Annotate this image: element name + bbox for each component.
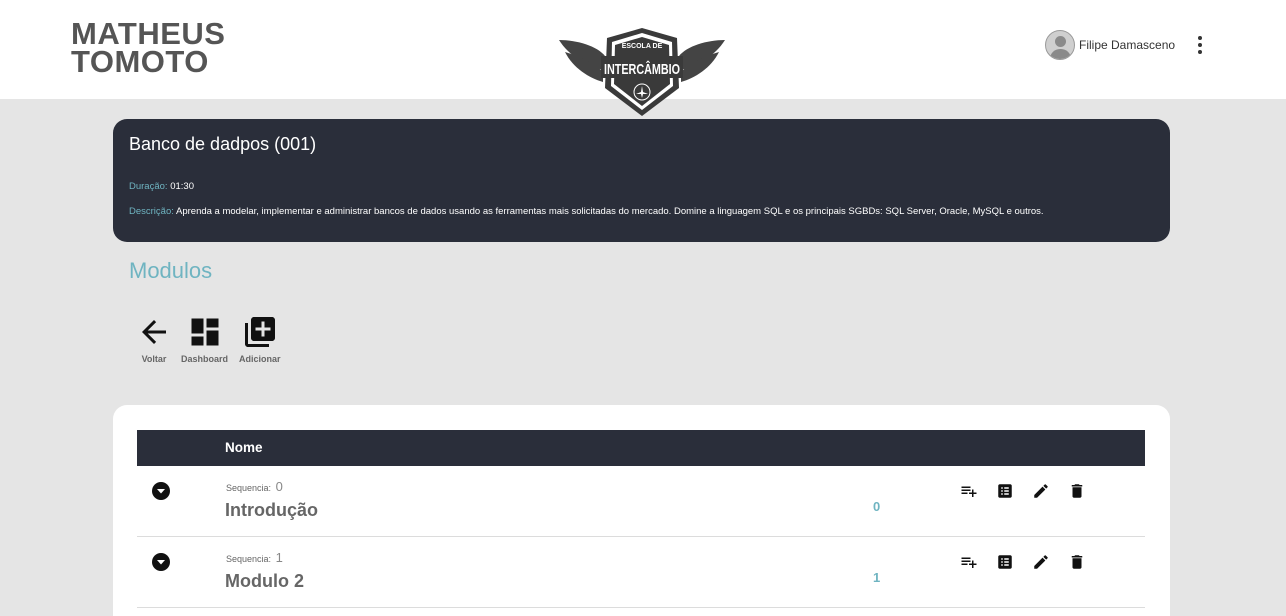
avatar[interactable] [1045,30,1075,60]
table-header: Nome [137,430,1145,466]
playlist-add-icon[interactable] [960,553,978,571]
back-button[interactable]: Voltar [136,314,172,364]
sequence-label: Sequencia: [226,483,272,493]
description-value: Aprenda a modelar, implementar e adminis… [176,206,1044,217]
delete-icon[interactable] [1068,553,1086,571]
brand-line-2: TOMOTO [71,44,209,79]
table-row: Sequencia: 1 Modulo 2 1 [137,537,1145,608]
course-info-card: Banco de dadpos (001) Duração: 01:30 Des… [113,119,1170,242]
top-bar: MATHEUS TOMOTO ESCOLA DE INTERCÂMBIO Fil… [0,0,1286,116]
dropdown-circle-icon[interactable] [152,482,170,500]
sequence-value: 0 [275,479,283,494]
intercambio-logo[interactable]: ESCOLA DE INTERCÂMBIO [557,26,727,118]
delete-icon[interactable] [1068,482,1086,500]
section-title: Modulos [129,258,213,283]
duration-value: 01:30 [170,181,194,192]
course-description: Descrição: Aprenda a modelar, implementa… [129,206,1044,217]
module-count: 0 [873,499,881,514]
brand-logo[interactable]: MATHEUS TOMOTO [71,18,225,79]
add-label: Adicionar [239,354,281,364]
user-menu[interactable]: Filipe Damasceno [1045,29,1175,61]
dashboard-icon [191,318,218,346]
dashboard-button[interactable]: Dashboard [181,314,228,364]
duration-label: Duração: [129,181,168,192]
logo-main-text: INTERCÂMBIO [604,60,680,78]
list-alt-icon[interactable] [996,482,1014,500]
modules-table-card: Nome Sequencia: 0 Introdução 0 Sequencia… [113,405,1170,616]
logo-small-text: ESCOLA DE [622,43,663,50]
course-title: Banco de dadpos (001) [129,134,317,154]
user-name[interactable]: Filipe Damasceno [1079,38,1175,52]
dashboard-label: Dashboard [181,354,229,364]
description-label: Descrição: [129,206,174,217]
sequence: Sequencia: 0 [226,479,283,494]
module-name: Introdução [225,500,318,520]
more-vert-icon[interactable] [1192,33,1208,57]
course-duration: Duração: 01:30 [129,181,194,192]
back-label: Voltar [141,354,167,364]
list-alt-icon[interactable] [996,553,1014,571]
sequence-label: Sequencia: [226,554,272,564]
edit-icon[interactable] [1032,482,1050,500]
table-row: Sequencia: 0 Introdução 0 [137,466,1145,537]
sequence: Sequencia: 1 [226,550,283,565]
dropdown-circle-icon[interactable] [152,553,170,571]
library-add-icon [244,317,275,347]
playlist-add-icon[interactable] [960,482,978,500]
arrow-back-icon [142,320,166,344]
edit-icon[interactable] [1032,553,1050,571]
module-count: 1 [873,570,881,585]
module-name: Modulo 2 [225,571,304,591]
column-header-name: Nome [225,440,263,455]
add-module-button[interactable]: Adicionar [239,314,281,364]
sequence-value: 1 [275,550,283,565]
